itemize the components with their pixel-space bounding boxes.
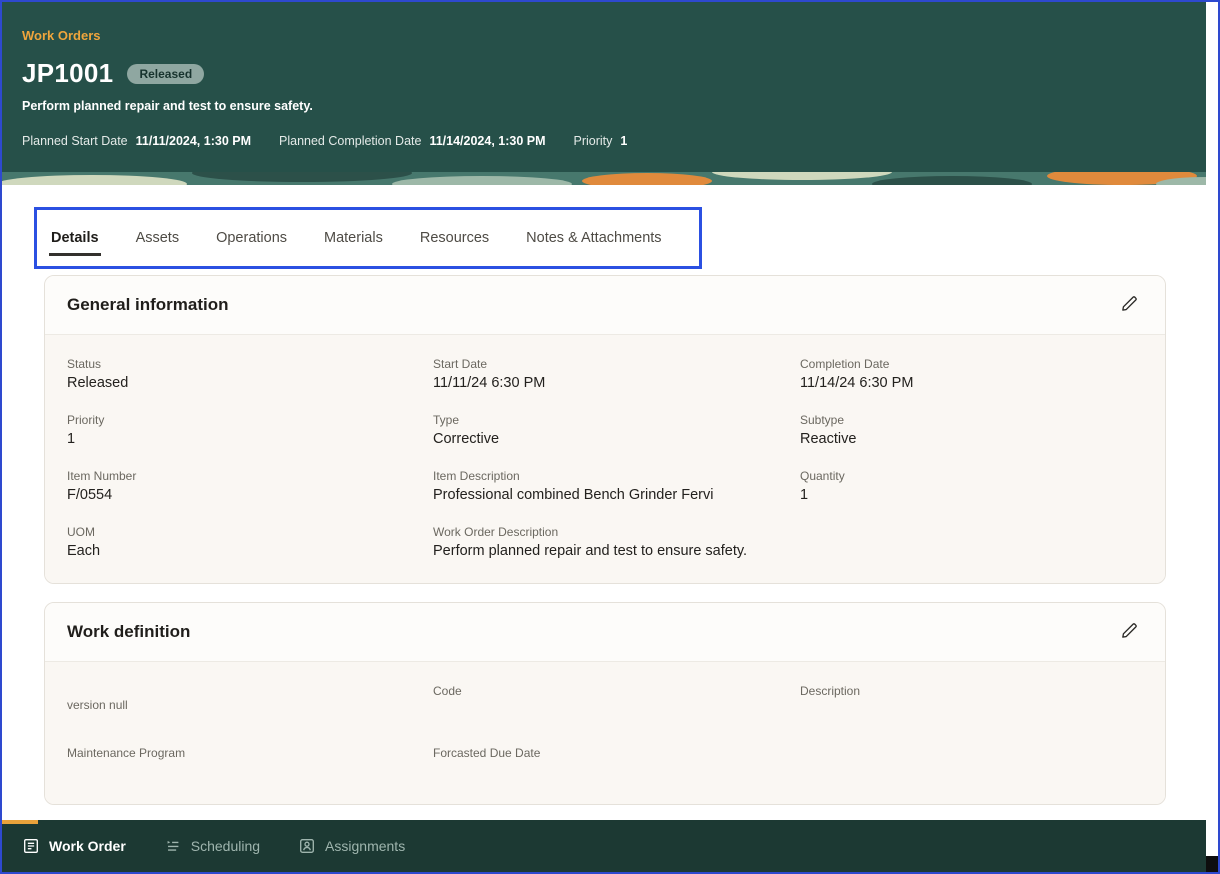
field-empty <box>800 525 1143 559</box>
work-order-number: JP1001 <box>22 58 114 88</box>
work-order-form-icon <box>22 837 40 855</box>
active-nav-indicator <box>2 820 38 824</box>
pencil-icon <box>1120 621 1139 643</box>
tab-notes-attachments[interactable]: Notes & Attachments <box>524 210 663 266</box>
bottom-nav-work-order[interactable]: Work Order <box>22 837 126 855</box>
priority-label: Priority <box>573 134 613 148</box>
work-definition-card: Work definition version null Code Descri… <box>44 602 1166 805</box>
planned-completion-date-pair: Planned Completion Date 11/14/2024, 1:30… <box>279 134 546 148</box>
scrollbar-corner <box>1206 856 1218 872</box>
page-header: Work Orders JP1001 Released Perform plan… <box>2 2 1206 172</box>
tab-assets[interactable]: Assets <box>134 210 182 266</box>
edit-general-information-button[interactable] <box>1116 290 1143 320</box>
work-definition-title: Work definition <box>67 622 191 641</box>
main-content: Details Assets Operations Materials Reso… <box>2 185 1206 872</box>
tab-resources[interactable]: Resources <box>418 210 491 266</box>
bottom-nav-scheduling[interactable]: Scheduling <box>164 837 260 855</box>
bottom-nav-work-order-label: Work Order <box>49 838 126 854</box>
field-start-date: Start Date 11/11/24 6:30 PM <box>433 357 546 391</box>
header-summary: Planned Start Date 11/11/2024, 1:30 PM P… <box>22 134 1182 148</box>
general-information-title: General information <box>67 295 229 314</box>
bottom-nav-assignments[interactable]: Assignments <box>298 837 405 855</box>
tab-operations[interactable]: Operations <box>214 210 289 266</box>
tab-bar: Details Assets Operations Materials Reso… <box>49 210 664 266</box>
work-order-description-header: Perform planned repair and test to ensur… <box>22 99 313 113</box>
tab-materials[interactable]: Materials <box>322 210 385 266</box>
field-version: version null <box>67 698 128 712</box>
planned-start-date-label: Planned Start Date <box>22 134 128 148</box>
field-completion-date: Completion Date 11/14/24 6:30 PM <box>800 357 914 391</box>
edit-work-definition-button[interactable] <box>1116 617 1143 647</box>
bottom-nav-assignments-label: Assignments <box>325 838 406 854</box>
field-empty <box>800 746 1143 780</box>
decorative-banner <box>2 172 1206 185</box>
field-maintenance-program: Maintenance Program <box>67 746 186 760</box>
planned-start-date-value: 11/11/2024, 1:30 PM <box>135 134 251 148</box>
field-item-number: Item Number F/0554 <box>67 469 137 503</box>
bottom-nav-scheduling-label: Scheduling <box>190 838 261 854</box>
status-badge: Released <box>127 63 205 84</box>
app-title: Work Orders <box>22 28 101 43</box>
person-badge-icon <box>298 837 316 855</box>
scrollbar-track[interactable] <box>1206 2 1218 872</box>
priority-pair: Priority 1 <box>574 134 628 148</box>
field-priority: Priority 1 <box>67 413 105 447</box>
planned-completion-date-label: Planned Completion Date <box>279 134 422 148</box>
field-description: Description <box>800 684 861 698</box>
field-type: Type Corrective <box>433 413 500 447</box>
field-item-description: Item Description Professional combined B… <box>433 469 714 503</box>
pencil-icon <box>1120 294 1139 316</box>
field-work-order-description: Work Order Description Perform planned r… <box>433 525 748 559</box>
schedule-list-icon <box>164 837 182 855</box>
annotation-tabs-highlight: Details Assets Operations Materials Reso… <box>34 207 702 269</box>
planned-start-date-pair: Planned Start Date 11/11/2024, 1:30 PM <box>22 134 251 148</box>
field-quantity: Quantity 1 <box>800 469 845 503</box>
field-subtype: Subtype Reactive <box>800 413 857 447</box>
planned-completion-date-value: 11/14/2024, 1:30 PM <box>429 134 546 148</box>
field-status: Status Released <box>67 357 129 391</box>
bottom-nav-bar: Work Order Scheduling Assignments <box>2 820 1206 872</box>
priority-value: 1 <box>620 134 628 148</box>
tab-details[interactable]: Details <box>49 210 101 266</box>
general-information-card: General information Status Released Star… <box>44 275 1166 584</box>
work-order-details-screen: Work Orders JP1001 Released Perform plan… <box>0 0 1220 874</box>
field-code: Code <box>433 684 462 698</box>
field-forcasted-due-date: Forcasted Due Date <box>433 746 541 760</box>
field-uom: UOM Each <box>67 525 101 559</box>
